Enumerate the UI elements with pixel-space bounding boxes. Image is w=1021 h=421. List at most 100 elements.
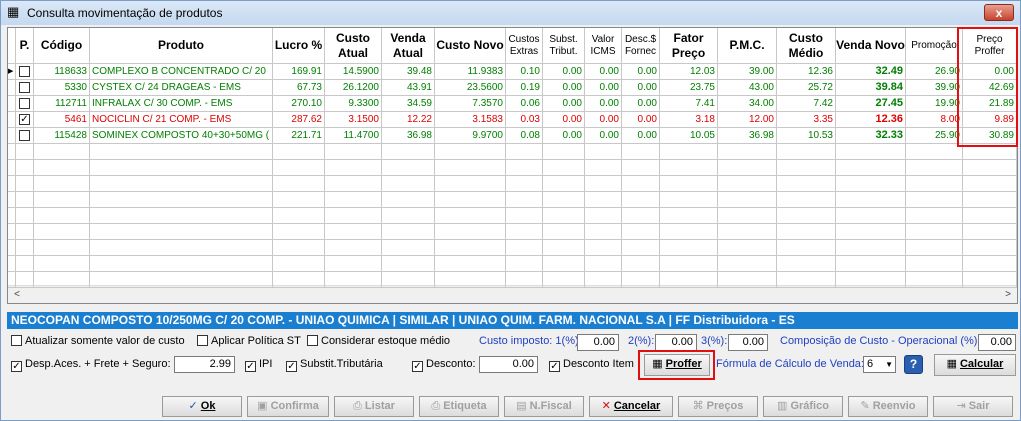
- column-header-valor_icms[interactable]: Valor ICMS: [585, 28, 622, 64]
- confirma-button[interactable]: ▣ Confirma: [247, 396, 329, 417]
- row-checkbox[interactable]: [19, 130, 30, 141]
- sair-button[interactable]: ⇥ Sair: [933, 396, 1013, 417]
- subst-option[interactable]: ✓ Substit.Tributária: [286, 358, 383, 372]
- aplicar-option[interactable]: Aplicar Política ST: [197, 335, 301, 347]
- row-indicator: [8, 240, 16, 256]
- considerar-option[interactable]: Considerar estoque médio: [307, 335, 450, 347]
- listar-button[interactable]: ⎙ Listar: [334, 396, 414, 417]
- cell-lucro: 270.10: [273, 96, 325, 112]
- column-header-promocao[interactable]: Promoção: [906, 28, 963, 64]
- desconto-label: Desconto:: [426, 358, 476, 370]
- considerar-checkbox[interactable]: [307, 335, 318, 346]
- column-header-custo_atual[interactable]: Custo Atual: [325, 28, 382, 64]
- imposto1-input[interactable]: 0.00: [577, 334, 619, 351]
- column-header-custo_medio[interactable]: Custo Médio: [777, 28, 836, 64]
- desconto-item-option[interactable]: ✓ Desconto Item: [549, 358, 634, 372]
- column-header-venda_novo[interactable]: Venda Novo: [836, 28, 906, 64]
- atualizar-checkbox[interactable]: [11, 335, 22, 346]
- cell-subst: 0.00: [543, 96, 585, 112]
- column-header-produto[interactable]: Produto: [90, 28, 273, 64]
- column-header-codigo[interactable]: Código: [34, 28, 90, 64]
- help-button[interactable]: ?: [904, 355, 923, 374]
- cell-codigo: [34, 144, 90, 160]
- cell-custo_medio: [777, 272, 836, 288]
- column-header-pmc[interactable]: P.M.C.: [718, 28, 777, 64]
- imposto3-input[interactable]: 0.00: [728, 334, 768, 351]
- selected-product-bar: NEOCOPAN COMPOSTO 10/250MG C/ 20 COMP. -…: [7, 312, 1018, 329]
- cell-custo_medio: 7.42: [777, 96, 836, 112]
- table-row[interactable]: 5330 CYSTEX C/ 24 DRAGEAS - EMS 67.73 26.12…: [8, 80, 1017, 96]
- grafico-button[interactable]: ▥ Gráfico: [763, 396, 843, 417]
- column-header-subst[interactable]: Subst. Tribut.: [543, 28, 585, 64]
- cell-produto: [90, 224, 273, 240]
- cell-venda_novo: 32.49: [836, 64, 906, 80]
- cell-valor_icms: 0.00: [585, 96, 622, 112]
- desp-option[interactable]: ✓ Desp.Aces. + Frete + Seguro:: [11, 358, 171, 372]
- formula-select[interactable]: 6 ▼: [863, 356, 896, 373]
- cell-subst: 0.00: [543, 112, 585, 128]
- ok-button[interactable]: ✓ Ok: [162, 396, 242, 417]
- table-row[interactable]: 115428 SOMINEX COMPOSTO 40+30+50MG (221.7…: [8, 128, 1017, 144]
- imposto2-input[interactable]: 0.00: [655, 334, 697, 351]
- row-checkbox[interactable]: [19, 98, 30, 109]
- desconto-input[interactable]: 0.00: [479, 356, 538, 373]
- desp-checkbox[interactable]: ✓: [11, 361, 22, 372]
- row-indicator: [8, 80, 16, 96]
- row-indicator: [8, 208, 16, 224]
- row-select-cell: [16, 256, 34, 272]
- row-checkbox[interactable]: ✓: [19, 114, 30, 125]
- cell-venda_novo: [836, 256, 906, 272]
- cell-promocao: [906, 256, 963, 272]
- cell-promocao: [906, 144, 963, 160]
- desconto-item-checkbox[interactable]: ✓: [549, 361, 560, 372]
- column-header-fator[interactable]: Fator Preço: [660, 28, 718, 64]
- cancel-icon: ✕: [601, 400, 611, 412]
- cell-venda_atual: 12.22: [382, 112, 435, 128]
- ipi-option[interactable]: ✓ IPI: [245, 358, 272, 372]
- row-checkbox[interactable]: [19, 82, 30, 93]
- cell-produto: INFRALAX C/ 30 COMP. - EMS: [90, 96, 273, 112]
- calcular-button[interactable]: ▦ Calcular: [934, 354, 1016, 376]
- column-header-lucro[interactable]: Lucro %: [273, 28, 325, 64]
- cancelar-button[interactable]: ✕ Cancelar: [589, 396, 673, 417]
- cell-fator: [660, 208, 718, 224]
- close-button[interactable]: x: [984, 4, 1014, 21]
- ipi-checkbox[interactable]: ✓: [245, 361, 256, 372]
- scroll-right-icon[interactable]: >: [1001, 288, 1015, 301]
- cell-desc: 0.00: [622, 64, 660, 80]
- cell-custo_medio: [777, 192, 836, 208]
- subst-checkbox[interactable]: ✓: [286, 361, 297, 372]
- etiqueta-button[interactable]: ⎙ Etiqueta: [419, 396, 499, 417]
- cell-pmc: [718, 272, 777, 288]
- table-row[interactable]: 112711 INFRALAX C/ 30 COMP. - EMS 270.10 9.…: [8, 96, 1017, 112]
- cell-fator: 7.41: [660, 96, 718, 112]
- cell-fator: [660, 144, 718, 160]
- desconto-checkbox[interactable]: ✓: [412, 361, 423, 372]
- cell-valor_icms: 0.00: [585, 112, 622, 128]
- cell-custo_novo: [435, 176, 506, 192]
- table-row[interactable]: ▶ 118633 COMPLEXO B CONCENTRADO C/ 20 169.9…: [8, 64, 1017, 80]
- nfiscal-button[interactable]: ▤ N.Fiscal: [504, 396, 584, 417]
- scroll-left-icon[interactable]: <: [10, 288, 24, 301]
- etiqueta-label: Etiqueta: [443, 400, 487, 412]
- composicao-input[interactable]: 0.00: [978, 334, 1016, 351]
- cell-preco_proffer: [963, 272, 1017, 288]
- cell-custo_medio: [777, 144, 836, 160]
- precos-button[interactable]: ⌘ Preços: [678, 396, 758, 417]
- atualizar-option[interactable]: Atualizar somente valor de custo: [11, 335, 185, 347]
- aplicar-checkbox[interactable]: [197, 335, 208, 346]
- row-checkbox[interactable]: [19, 66, 30, 77]
- cell-custo_atual: 14.5900: [325, 64, 382, 80]
- column-header-desc[interactable]: Desc.$ Fornec: [622, 28, 660, 64]
- reenvio-button[interactable]: ✎ Reenvio: [848, 396, 928, 417]
- desconto-option[interactable]: ✓ Desconto:: [412, 358, 476, 372]
- cell-venda_atual: [382, 160, 435, 176]
- row-select-cell: [16, 176, 34, 192]
- column-header-custos_extras[interactable]: Custos Extras: [506, 28, 543, 64]
- desp-input[interactable]: 2.99: [174, 356, 235, 373]
- table-row[interactable]: ✓ 5461 NOCICLIN C/ 21 COMP. - EMS 287.62 3.1…: [8, 112, 1017, 128]
- column-header-venda_atual[interactable]: Venda Atual: [382, 28, 435, 64]
- empty-row: [8, 176, 1017, 192]
- column-header-custo_novo[interactable]: Custo Novo: [435, 28, 506, 64]
- column-header-p[interactable]: P.: [16, 28, 34, 64]
